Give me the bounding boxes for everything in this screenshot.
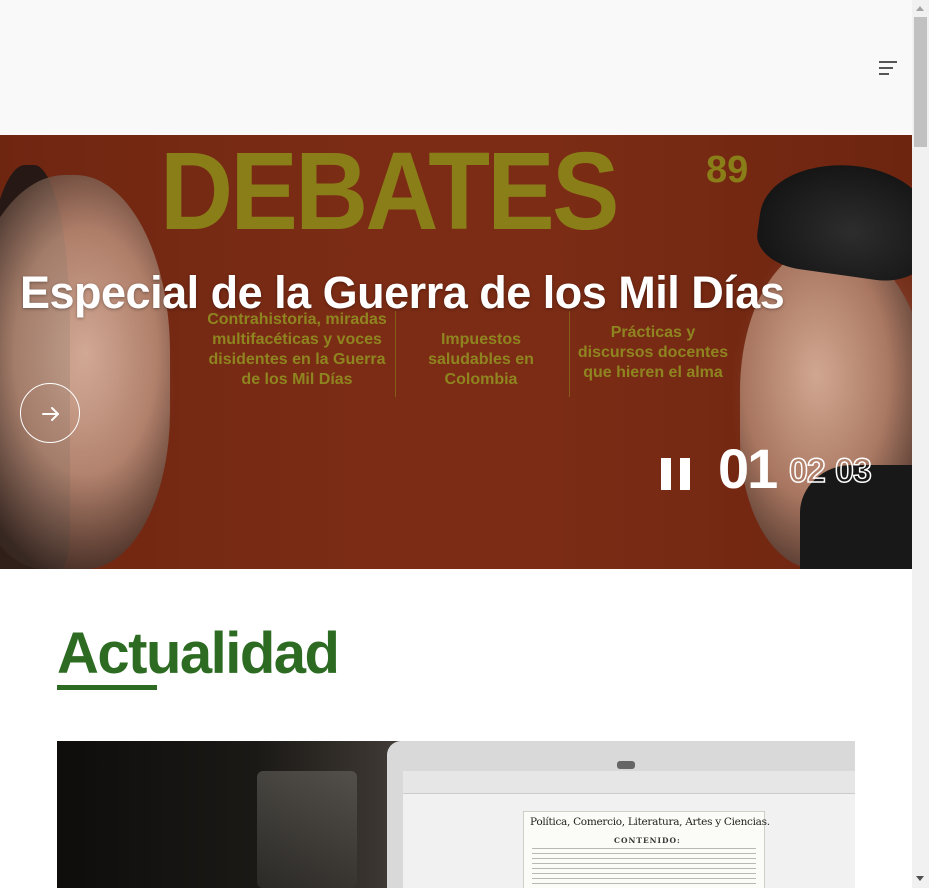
computer-monitor: Política, Comercio, Literatura, Artes y … [387, 741, 855, 888]
hamburger-menu-icon[interactable] [876, 59, 900, 77]
cover-number: 89 [706, 149, 749, 191]
arrow-right-icon [42, 407, 59, 421]
hero-title[interactable]: Especial de la Guerra de los Mil Días [20, 268, 785, 318]
cover-topic: Prácticas y discursos docentes que hiere… [577, 324, 729, 381]
vertical-scrollbar[interactable] [912, 0, 929, 888]
page: DEBATES 89 Contrahistoria, miradas multi… [0, 0, 929, 888]
slide-indicator[interactable]: 03 [834, 453, 872, 489]
monitor-brand-logo [617, 761, 635, 769]
topic-divider [569, 311, 570, 397]
section-title: Actualidad [57, 621, 340, 686]
newspaper-subheading: CONTENIDO: [614, 836, 681, 845]
scroll-up-arrow-icon[interactable] [916, 6, 924, 11]
microfilm-machine [257, 771, 357, 888]
scroll-down-arrow-icon[interactable] [916, 876, 924, 881]
hero-next-button[interactable] [20, 383, 80, 443]
cover-topic: Contrahistoria, miradas multifacéticas y… [207, 311, 387, 388]
slide-indicator[interactable]: 02 [788, 453, 826, 489]
newspaper-heading: Política, Comercio, Literatura, Artes y … [530, 816, 770, 828]
pause-icon[interactable] [661, 458, 691, 490]
slide-indicator-current[interactable]: 01 [718, 441, 778, 497]
scrollbar-thumb[interactable] [914, 17, 927, 147]
hero-carousel: DEBATES 89 Contrahistoria, miradas multi… [0, 135, 912, 569]
monitor-screen: Política, Comercio, Literatura, Artes y … [403, 771, 855, 888]
cover-brand: DEBATES [160, 135, 619, 253]
scanned-newspaper: Política, Comercio, Literatura, Artes y … [523, 811, 770, 888]
section-title-underline [57, 685, 157, 690]
topic-divider [395, 311, 396, 397]
site-header [0, 0, 912, 135]
browser-toolbar [403, 771, 855, 794]
cover-topic: Impuestos saludables en Colombia [428, 331, 534, 388]
article-image[interactable]: Política, Comercio, Literatura, Artes y … [57, 741, 855, 888]
newspaper-text-lines [532, 848, 756, 888]
hero-person-left [0, 175, 170, 569]
